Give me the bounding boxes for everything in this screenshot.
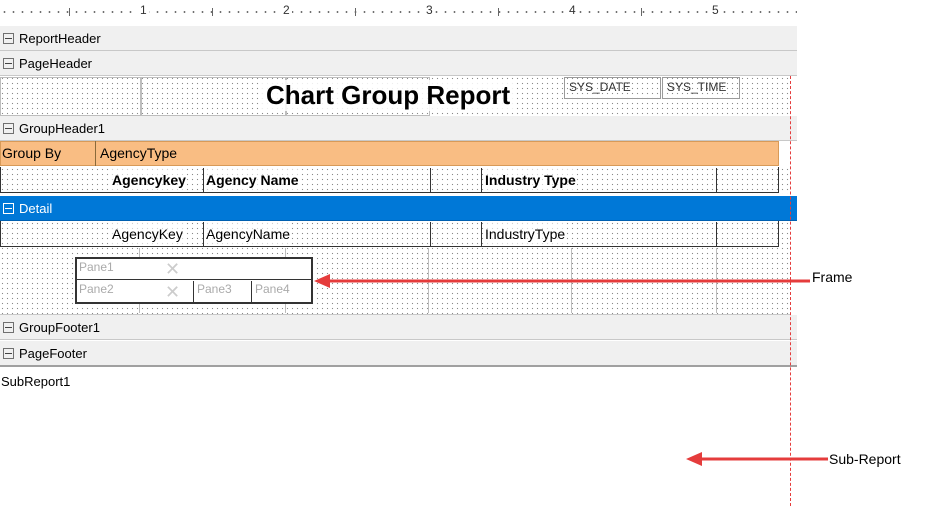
collapse-icon[interactable]: [3, 347, 14, 359]
frame-pane[interactable]: Pane1 ✕: [77, 259, 311, 280]
column-divider: [716, 222, 717, 247]
collapse-icon[interactable]: [3, 321, 14, 333]
band-group-header[interactable]: GroupHeader1: [0, 116, 797, 141]
ruler-tick: [355, 8, 356, 16]
column-divider: [430, 222, 431, 247]
frame-callout-label: Frame: [812, 269, 853, 285]
detail-field-industry-type[interactable]: IndustryType: [485, 223, 566, 245]
close-icon: ✕: [165, 282, 181, 302]
ruler-label: 2: [281, 3, 292, 17]
column-divider: [716, 168, 717, 193]
ruler-label: 5: [710, 3, 721, 17]
frame-callout-arrow: [314, 274, 810, 288]
sys-date-box[interactable]: SYS_DATE: [564, 77, 661, 99]
pane-label: Pane3: [197, 282, 232, 296]
ruler-tick: [498, 8, 499, 16]
column-header-industry-type[interactable]: Industry Type: [485, 169, 576, 191]
pane-label: Pane1: [79, 260, 114, 274]
report-title[interactable]: Chart Group Report: [262, 80, 515, 111]
band-page-footer[interactable]: PageFooter: [0, 341, 797, 367]
subreport-callout-arrow: [686, 452, 828, 466]
column-header-agency-name[interactable]: Agency Name: [206, 169, 299, 191]
band-label: Detail: [19, 200, 53, 216]
band-label: ReportHeader: [19, 30, 101, 46]
detail-field-agency-key[interactable]: AgencyKey: [112, 223, 183, 245]
frame-pane[interactable]: Pane2 ✕: [77, 281, 194, 302]
ruler-tick: [212, 8, 213, 16]
pane-label: Pane2: [79, 282, 114, 296]
collapse-icon[interactable]: [3, 202, 14, 214]
column-divider: [203, 168, 204, 193]
ruler-tick: [69, 8, 70, 16]
ruler-label: 1: [138, 3, 149, 17]
column-divider: [203, 222, 204, 247]
band-detail[interactable]: Detail: [0, 196, 797, 221]
close-icon: ✕: [165, 259, 181, 279]
ruler-ticks: [0, 10, 797, 14]
frame-pane[interactable]: Pane4: [253, 281, 311, 302]
ruler-tick: [641, 8, 642, 16]
subreport-label[interactable]: SubReport1: [1, 374, 70, 389]
detail-field-agency-name[interactable]: AgencyName: [206, 223, 291, 245]
frame-pane[interactable]: Pane3: [195, 281, 252, 302]
pane-label: Pane4: [255, 282, 290, 296]
group-by-label[interactable]: Group By: [2, 142, 61, 164]
ruler-label: 4: [567, 3, 578, 17]
band-label: PageFooter: [19, 345, 87, 361]
band-label: GroupHeader1: [19, 120, 105, 136]
band-label: PageHeader: [19, 55, 92, 71]
collapse-icon[interactable]: [3, 57, 14, 69]
horizontal-ruler: [0, 0, 797, 29]
band-page-header[interactable]: PageHeader: [0, 51, 797, 76]
band-group-footer[interactable]: GroupFooter1: [0, 315, 797, 340]
column-header-agency-key[interactable]: Agencykey: [112, 169, 186, 191]
column-divider: [481, 168, 482, 193]
band-report-header[interactable]: ReportHeader: [0, 26, 797, 51]
band-label: GroupFooter1: [19, 319, 100, 335]
subreport-callout-label: Sub-Report: [829, 451, 901, 467]
header-cell[interactable]: [0, 77, 141, 116]
column-divider: [481, 222, 482, 247]
sys-time-box[interactable]: SYS_TIME: [662, 77, 740, 99]
collapse-icon[interactable]: [3, 122, 14, 134]
sys-time-field: SYS_TIME: [667, 80, 727, 94]
column-divider: [430, 168, 431, 193]
group-bar-divider: [95, 141, 96, 166]
group-by-field[interactable]: AgencyType: [100, 142, 177, 164]
sys-date-field: SYS_DATE: [569, 80, 631, 94]
collapse-icon[interactable]: [3, 32, 14, 44]
ruler-label: 3: [424, 3, 435, 17]
